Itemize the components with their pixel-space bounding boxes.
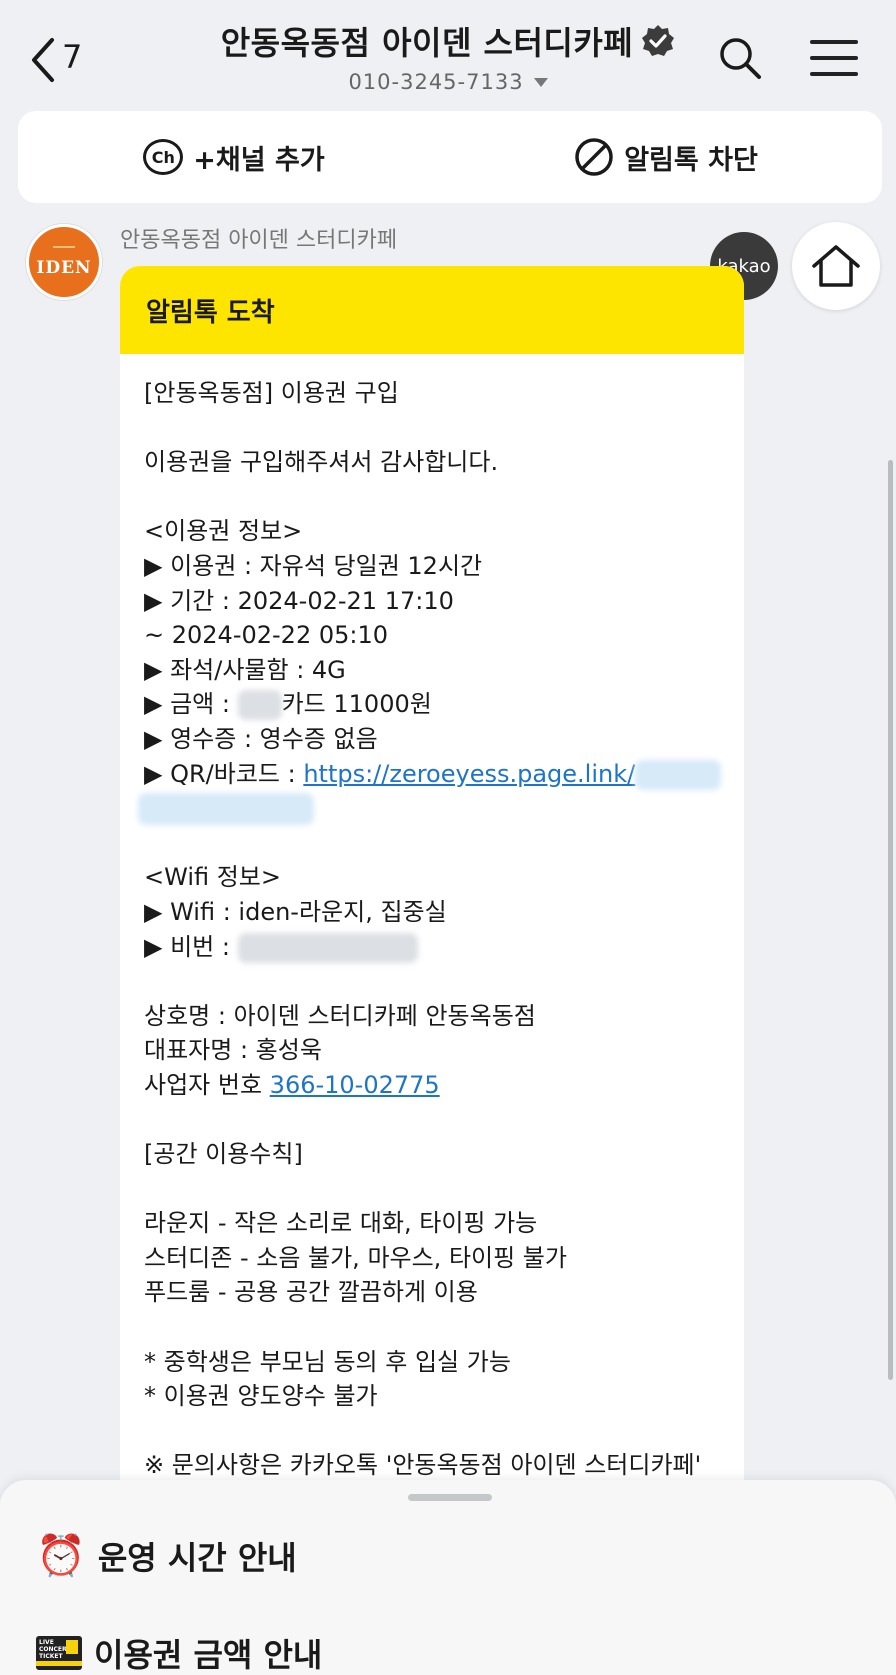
message-line: ▶ 기간 : 2024-02-21 17:10 — [144, 586, 454, 615]
bottom-menu-sheet: ⏰ 운영 시간 안내 LIVE CONCERT TICKET 이용권 금액 안내 — [0, 1480, 896, 1675]
alarm-clock-icon: ⏰ — [36, 1533, 86, 1579]
message-line: ※ 문의사항은 카카오톡 '안동옥동점 아이덴 스터디카페' — [144, 1451, 702, 1480]
phone-number: 010-3245-7133 — [348, 70, 524, 94]
message-line: 대표자명 : 홍성욱 — [144, 1036, 322, 1065]
message-line: * 중학생은 부모님 동의 후 입실 가능 — [144, 1347, 511, 1376]
add-channel-button[interactable]: Ch +채널 추가 — [18, 138, 450, 177]
qr-link[interactable]: https://zeroeyess.page.link/ — [303, 760, 635, 788]
message-line: ~ 2024-02-22 05:10 — [144, 621, 389, 650]
message-line: ▶ 이용권 : 자유석 당일권 12시간 — [144, 551, 483, 580]
ticket-icon: LIVE CONCERT TICKET — [36, 1636, 82, 1670]
message-line: <이용권 정보> — [144, 517, 303, 546]
chat-scrollbar[interactable] — [888, 460, 893, 1380]
message-line: <Wifi 정보> — [144, 863, 281, 892]
business-number-line: 사업자 번호 366-10-02775 — [144, 1068, 720, 1103]
menu-button[interactable] — [810, 40, 858, 88]
redacted-blur — [635, 759, 722, 790]
hamburger-menu-icon — [810, 40, 858, 44]
price-line: ▶ 금액 : 카드 11000원 — [144, 687, 720, 722]
price-value: 카드 11000원 — [281, 690, 432, 719]
unread-count: 7 — [62, 38, 83, 76]
block-alimtalk-button[interactable]: 알림톡 차단 — [450, 137, 882, 177]
chevron-down-icon — [533, 77, 548, 87]
message-line: [공간 이용수칙] — [144, 1140, 303, 1169]
channel-action-bar: Ch +채널 추가 알림톡 차단 — [18, 111, 882, 203]
chevron-left-icon — [32, 38, 54, 82]
message-line: [안동옥동점] 이용권 구입 — [144, 379, 399, 407]
verified-check-icon — [642, 25, 675, 56]
business-number-link[interactable]: 366-10-02775 — [270, 1071, 440, 1099]
sender-avatar[interactable]: IDEN — [26, 224, 102, 300]
channel-add-icon: Ch — [143, 139, 184, 175]
qr-line: ▶ QR/바코드 : https://zeroeyess.page.link/ — [144, 757, 722, 792]
sheet-drag-handle[interactable] — [408, 1494, 492, 1501]
redacted-blur — [237, 690, 282, 721]
chat-title: 안동옥동점 아이덴 스터디카페 — [220, 24, 634, 62]
phone-dropdown[interactable]: 010-3245-7133 — [180, 70, 716, 94]
message-line: ▶ 영수증 : 영수증 없음 — [144, 724, 378, 753]
search-icon — [720, 38, 761, 79]
menu-item-ticket-price[interactable]: LIVE CONCERT TICKET 이용권 금액 안내 — [36, 1630, 322, 1675]
search-button[interactable] — [718, 36, 762, 84]
message-line: 라운지 - 작은 소리로 대화, 타이핑 가능 — [144, 1209, 538, 1238]
back-button[interactable]: 7 — [30, 30, 82, 90]
alimtalk-message-bubble: 알림톡 도착 [안동옥동점] 이용권 구입 이용권을 구입해주셔서 감사합니다.… — [120, 266, 744, 1496]
chat-header: 7 안동옥동점 아이덴 스터디카페 010-3245-7133 — [0, 0, 896, 108]
business-number-label: 사업자 번호 — [144, 1070, 270, 1099]
chat-title-area[interactable]: 안동옥동점 아이덴 스터디카페 010-3245-7133 — [180, 18, 716, 94]
add-channel-label: +채널 추가 — [193, 144, 325, 176]
home-icon — [812, 245, 860, 287]
price-label: ▶ 금액 : — [144, 690, 238, 719]
message-line: ▶ 좌석/사물함 : 4G — [144, 655, 346, 684]
password-line: ▶ 비번 : — [144, 930, 720, 965]
redacted-blur — [237, 932, 418, 963]
message-line: 푸드룸 - 공용 공간 깔끔하게 이용 — [144, 1278, 478, 1307]
qr-link-continued — [138, 791, 720, 826]
redacted-blur[interactable] — [138, 793, 314, 826]
avatar-logo-text: IDEN — [36, 258, 92, 278]
message-line: * 이용권 양도양수 불가 — [144, 1382, 378, 1411]
iden-logo-icon — [53, 246, 75, 256]
message-line: ▶ Wifi : iden-라운지, 집중실 — [144, 897, 447, 926]
block-alimtalk-label: 알림톡 차단 — [624, 144, 758, 176]
message-line: 상호명 : 아이덴 스터디카페 안동옥동점 — [144, 1001, 536, 1030]
sender-name: 안동옥동점 아이덴 스터디카페 — [120, 228, 398, 253]
message-line: 스터디존 - 소음 불가, 마우스, 타이핑 불가 — [144, 1243, 567, 1272]
block-icon — [575, 138, 613, 176]
menu-item-operating-hours[interactable]: ⏰ 운영 시간 안내 — [36, 1532, 297, 1579]
menu-item-label: 이용권 금액 안내 — [94, 1636, 323, 1674]
message-body: [안동옥동점] 이용권 구입 이용권을 구입해주셔서 감사합니다. <이용권 정… — [120, 354, 744, 1483]
message-line: 이용권을 구입해주셔서 감사합니다. — [144, 448, 499, 477]
home-button[interactable] — [792, 222, 880, 310]
menu-item-label: 운영 시간 안내 — [97, 1538, 297, 1577]
qr-label: ▶ QR/바코드 : — [144, 759, 304, 788]
bubble-title: 알림톡 도착 — [120, 266, 744, 354]
password-label: ▶ 비번 : — [144, 932, 238, 961]
